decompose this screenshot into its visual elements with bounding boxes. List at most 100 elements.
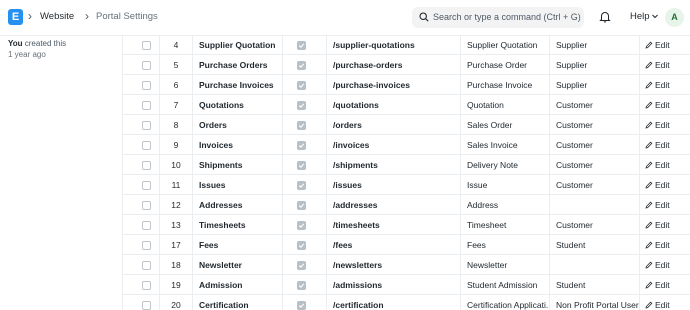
table-row[interactable]: 6 Purchase Invoices/purchase-invoices Purc…: [123, 75, 690, 95]
menu-route[interactable]: /shipments: [327, 155, 461, 175]
row-checkbox[interactable]: [142, 41, 151, 50]
table-row[interactable]: 10 Shipments/shipments Delivery Note Custom…: [123, 155, 690, 175]
table-row[interactable]: 11 Issues/issues Issue Customer Edit: [123, 175, 690, 195]
enabled-checkbox[interactable]: [297, 221, 306, 230]
enabled-checkbox[interactable]: [297, 81, 306, 90]
row-checkbox[interactable]: [142, 141, 151, 150]
row-checkbox[interactable]: [142, 301, 151, 310]
reference-doctype[interactable]: Sales Order: [461, 115, 550, 135]
edit-button[interactable]: Edit: [640, 275, 690, 295]
table-row[interactable]: 4 Supplier Quotation/supplier-quotations S…: [123, 36, 690, 55]
app-logo[interactable]: E: [8, 9, 23, 25]
menu-role[interactable]: Customer: [550, 175, 640, 195]
enabled-checkbox[interactable]: [297, 141, 306, 150]
edit-button[interactable]: Edit: [640, 95, 690, 115]
menu-route[interactable]: /addresses: [327, 195, 461, 215]
menu-route[interactable]: /orders: [327, 115, 461, 135]
enabled-checkbox[interactable]: [297, 121, 306, 130]
menu-role[interactable]: Supplier: [550, 75, 640, 95]
menu-title[interactable]: Certification: [193, 295, 283, 310]
enabled-checkbox[interactable]: [297, 201, 306, 210]
reference-doctype[interactable]: Timesheet: [461, 215, 550, 235]
table-row[interactable]: 12 Addresses/addresses Address Edit: [123, 195, 690, 215]
menu-role[interactable]: [550, 195, 640, 215]
edit-button[interactable]: Edit: [640, 175, 690, 195]
table-row[interactable]: 19 Admission/admissions Student Admission S…: [123, 275, 690, 295]
edit-button[interactable]: Edit: [640, 295, 690, 310]
menu-title[interactable]: Supplier Quotation: [193, 36, 283, 55]
table-row[interactable]: 17 Fees/fees Fees Student Edit: [123, 235, 690, 255]
menu-role[interactable]: Student: [550, 275, 640, 295]
menu-route[interactable]: /quotations: [327, 95, 461, 115]
breadcrumb-website[interactable]: Website: [40, 11, 74, 22]
menu-title[interactable]: Fees: [193, 235, 283, 255]
menu-role[interactable]: Customer: [550, 95, 640, 115]
menu-role[interactable]: Supplier: [550, 55, 640, 75]
enabled-checkbox[interactable]: [297, 301, 306, 310]
row-checkbox[interactable]: [142, 61, 151, 70]
table-row[interactable]: 18 Newsletter/newsletters Newsletter Edit: [123, 255, 690, 275]
row-checkbox[interactable]: [142, 121, 151, 130]
edit-button[interactable]: Edit: [640, 36, 690, 55]
reference-doctype[interactable]: Purchase Invoice: [461, 75, 550, 95]
edit-button[interactable]: Edit: [640, 135, 690, 155]
row-checkbox[interactable]: [142, 221, 151, 230]
table-row[interactable]: 9 Invoices/invoices Sales Invoice Customer E…: [123, 135, 690, 155]
reference-doctype[interactable]: Quotation: [461, 95, 550, 115]
row-checkbox[interactable]: [142, 101, 151, 110]
reference-doctype[interactable]: Certification Applicati...: [461, 295, 550, 310]
enabled-checkbox[interactable]: [297, 61, 306, 70]
menu-title[interactable]: Shipments: [193, 155, 283, 175]
menu-role[interactable]: Customer: [550, 155, 640, 175]
menu-title[interactable]: Timesheets: [193, 215, 283, 235]
menu-title[interactable]: Admission: [193, 275, 283, 295]
reference-doctype[interactable]: Delivery Note: [461, 155, 550, 175]
row-checkbox[interactable]: [142, 201, 151, 210]
reference-doctype[interactable]: Purchase Order: [461, 55, 550, 75]
chevron-down-icon[interactable]: [651, 12, 659, 20]
menu-title[interactable]: Issues: [193, 175, 283, 195]
enabled-checkbox[interactable]: [297, 281, 306, 290]
enabled-checkbox[interactable]: [297, 41, 306, 50]
edit-button[interactable]: Edit: [640, 195, 690, 215]
menu-route[interactable]: /purchase-orders: [327, 55, 461, 75]
enabled-checkbox[interactable]: [297, 181, 306, 190]
avatar[interactable]: A: [665, 8, 684, 27]
table-row[interactable]: 5 Purchase Orders/purchase-orders Purchase…: [123, 55, 690, 75]
menu-route[interactable]: /purchase-invoices: [327, 75, 461, 95]
menu-role[interactable]: Customer: [550, 135, 640, 155]
menu-role[interactable]: Customer: [550, 215, 640, 235]
reference-doctype[interactable]: Fees: [461, 235, 550, 255]
menu-title[interactable]: Orders: [193, 115, 283, 135]
edit-button[interactable]: Edit: [640, 155, 690, 175]
menu-title[interactable]: Purchase Invoices: [193, 75, 283, 95]
menu-title[interactable]: Addresses: [193, 195, 283, 215]
search-input[interactable]: Search or type a command (Ctrl + G): [412, 7, 584, 28]
help-menu[interactable]: Help: [630, 11, 650, 22]
edit-button[interactable]: Edit: [640, 115, 690, 135]
menu-title[interactable]: Quotations: [193, 95, 283, 115]
reference-doctype[interactable]: Issue: [461, 175, 550, 195]
reference-doctype[interactable]: Supplier Quotation: [461, 36, 550, 55]
row-checkbox[interactable]: [142, 281, 151, 290]
menu-role[interactable]: Supplier: [550, 36, 640, 55]
bell-icon[interactable]: [599, 10, 611, 23]
table-row[interactable]: 7 Quotations/quotations Quotation Customer E…: [123, 95, 690, 115]
menu-route[interactable]: /issues: [327, 175, 461, 195]
breadcrumb-portal-settings[interactable]: Portal Settings: [96, 11, 158, 22]
row-checkbox[interactable]: [142, 161, 151, 170]
menu-route[interactable]: /newsletters: [327, 255, 461, 275]
edit-button[interactable]: Edit: [640, 255, 690, 275]
menu-title[interactable]: Newsletter: [193, 255, 283, 275]
menu-title[interactable]: Purchase Orders: [193, 55, 283, 75]
enabled-checkbox[interactable]: [297, 161, 306, 170]
edit-button[interactable]: Edit: [640, 75, 690, 95]
menu-title[interactable]: Invoices: [193, 135, 283, 155]
reference-doctype[interactable]: Newsletter: [461, 255, 550, 275]
menu-role[interactable]: Customer: [550, 115, 640, 135]
reference-doctype[interactable]: Sales Invoice: [461, 135, 550, 155]
menu-route[interactable]: /fees: [327, 235, 461, 255]
edit-button[interactable]: Edit: [640, 55, 690, 75]
menu-route[interactable]: /admissions: [327, 275, 461, 295]
row-checkbox[interactable]: [142, 241, 151, 250]
